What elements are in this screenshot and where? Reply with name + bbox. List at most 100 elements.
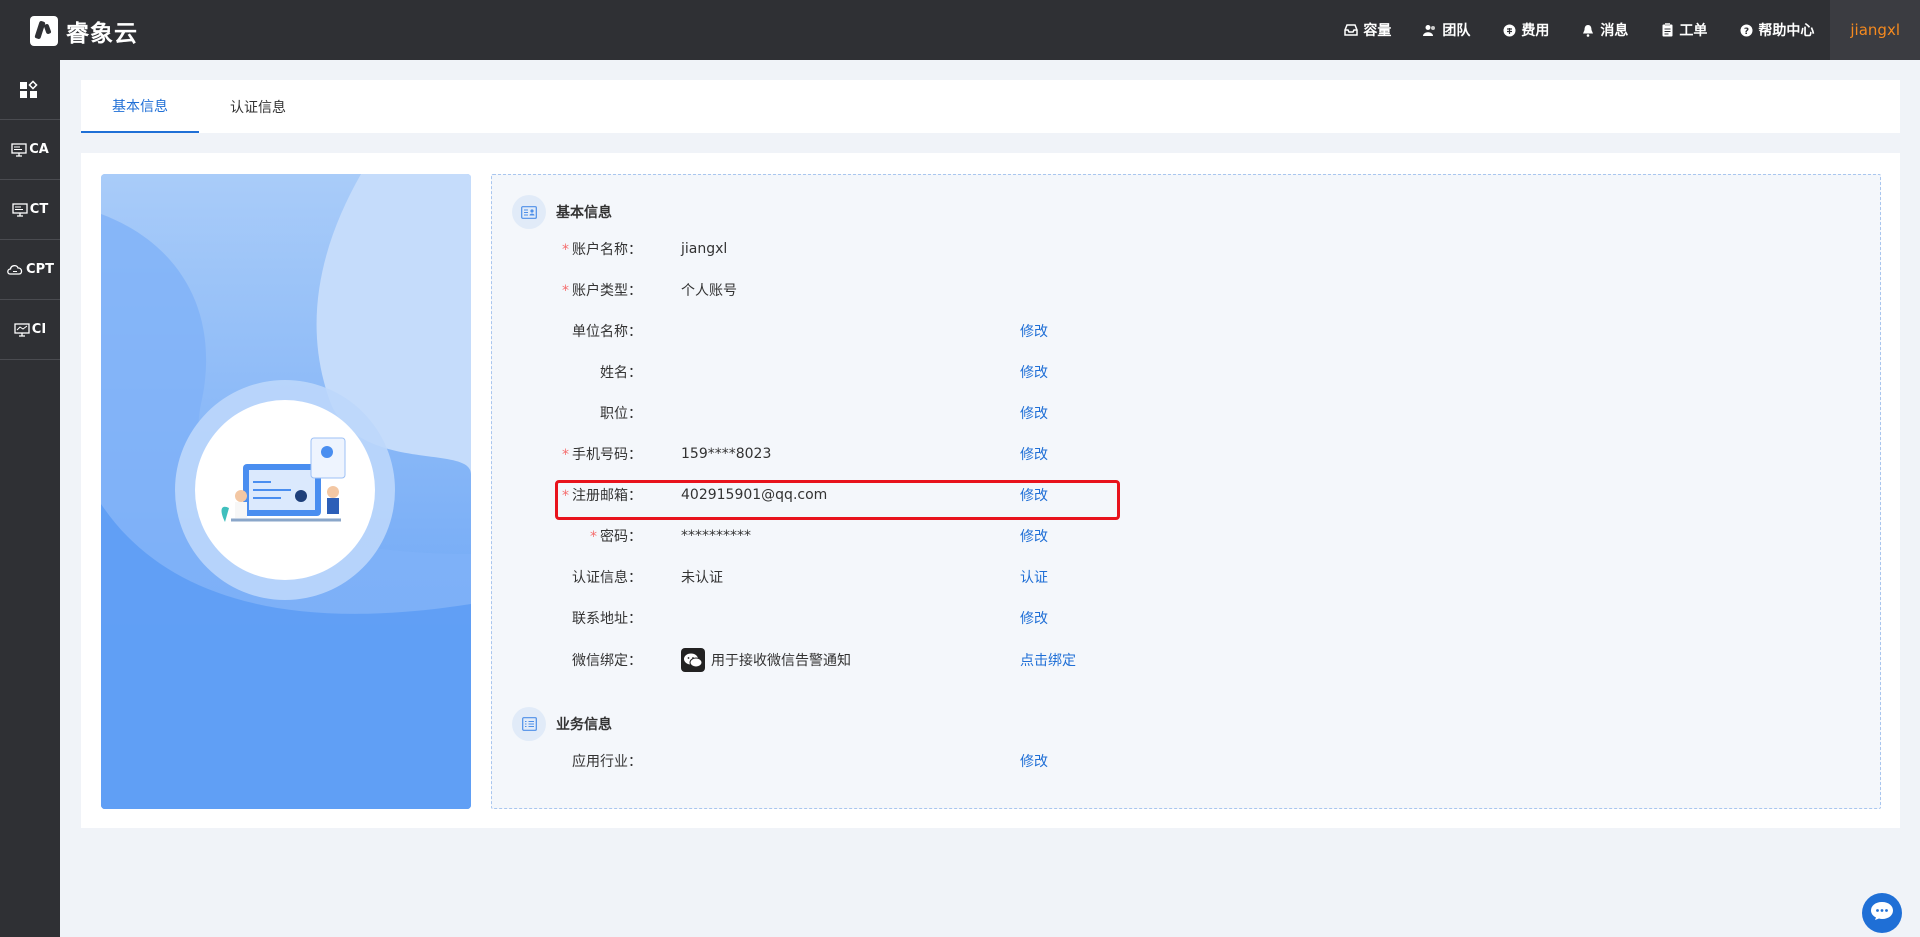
required-star: *: [590, 529, 597, 545]
field-label: 账户类型：: [572, 283, 642, 299]
field-email: * 注册邮箱： 402915901@qq.com 修改: [492, 483, 1492, 507]
list-card-icon: [512, 707, 546, 741]
nav-capacity-label: 容量: [1363, 23, 1392, 39]
brand-name: 睿象云: [66, 21, 138, 47]
decorative-illustration: [101, 174, 471, 809]
field-label: 微信绑定：: [572, 653, 642, 669]
top-navbar: 睿象云 容量 团队 费用 消息 工单 ? 帮助中心 jiangxl: [0, 0, 1920, 60]
field-label: 认证信息：: [572, 570, 642, 586]
nav-help-label: 帮助中心: [1758, 23, 1815, 39]
sidebar-item-ci[interactable]: CI: [0, 300, 60, 360]
monitor-icon: [12, 202, 28, 217]
bind-wechat-link[interactable]: 点击绑定: [1020, 650, 1076, 670]
field-label: 注册邮箱：: [572, 488, 642, 504]
wechat-value: 用于接收微信告警通知: [711, 653, 851, 669]
info-panel: 基本信息 * 账户名称： jiangxl * 账户类型： 个人账号 单位名称： 修改…: [491, 174, 1881, 809]
sidebar-item-ca-label: CA: [29, 142, 49, 157]
team-icon: [1423, 23, 1437, 37]
nav-tickets[interactable]: 工单: [1644, 0, 1723, 60]
currency-icon: [1502, 23, 1516, 37]
nav-billing[interactable]: 费用: [1486, 0, 1565, 60]
nav-messages[interactable]: 消息: [1565, 0, 1644, 60]
sidebar-item-ct-label: CT: [29, 202, 49, 217]
user-menu[interactable]: jiangxl: [1830, 0, 1920, 60]
sidebar-item-ci-label: CI: [31, 322, 47, 337]
top-nav-menu: 容量 团队 费用 消息 工单 ? 帮助中心 jiangxl: [1328, 0, 1920, 60]
account-name-value: jiangxl: [681, 241, 728, 257]
nav-team[interactable]: 团队: [1407, 0, 1486, 60]
field-industry: 应用行业： 修改: [492, 749, 1492, 773]
edit-email-link[interactable]: 修改: [1020, 485, 1048, 505]
help-icon: ?: [1739, 23, 1753, 37]
sidebar-item-ct[interactable]: CT: [0, 180, 60, 240]
phone-value: 159****8023: [681, 446, 772, 462]
monitor-icon: [11, 142, 27, 157]
dashboard-icon: [19, 79, 39, 100]
left-sidebar: CA CT CPT CI: [0, 60, 60, 937]
account-type-value: 个人账号: [681, 283, 737, 299]
field-label: 单位名称：: [572, 324, 642, 340]
edit-company-link[interactable]: 修改: [1020, 321, 1048, 341]
sidebar-item-cpt-label: CPT: [26, 262, 54, 277]
email-value: 402915901@qq.com: [681, 487, 828, 503]
field-label: 职位：: [600, 406, 642, 422]
certification-value: 未认证: [681, 570, 723, 586]
field-label: 姓名：: [600, 365, 642, 381]
certify-link[interactable]: 认证: [1020, 567, 1048, 587]
sidebar-item-cpt[interactable]: CPT: [0, 240, 60, 300]
nav-messages-label: 消息: [1600, 23, 1629, 39]
clipboard-icon: [1660, 23, 1674, 37]
field-label: 手机号码：: [572, 447, 642, 463]
nav-billing-label: 费用: [1521, 23, 1550, 39]
field-address: 联系地址： 修改: [492, 606, 1492, 630]
field-account-type: * 账户类型： 个人账号: [492, 278, 1492, 302]
sidebar-item-ca[interactable]: CA: [0, 120, 60, 180]
id-card-icon: [512, 195, 546, 229]
business-info-title: 业务信息: [556, 717, 612, 733]
chat-support-button[interactable]: [1862, 893, 1902, 933]
edit-address-link[interactable]: 修改: [1020, 608, 1048, 628]
logo[interactable]: 睿象云: [30, 14, 138, 48]
password-value: **********: [681, 528, 751, 544]
inbox-icon: [1344, 23, 1359, 37]
field-phone: * 手机号码： 159****8023 修改: [492, 442, 1492, 466]
business-info-section-header: 业务信息: [512, 707, 612, 741]
nav-help-center[interactable]: ? 帮助中心: [1723, 0, 1830, 60]
monitor-icon: [14, 322, 30, 337]
edit-phone-link[interactable]: 修改: [1020, 444, 1048, 464]
field-password: * 密码： ********** 修改: [492, 524, 1492, 548]
account-tabs: 基本信息 认证信息: [81, 80, 1900, 133]
tab-basic-info[interactable]: 基本信息: [81, 80, 199, 133]
bell-icon: [1581, 23, 1595, 37]
edit-industry-link[interactable]: 修改: [1020, 751, 1048, 771]
field-label: 账户名称：: [572, 242, 642, 258]
field-label: 应用行业：: [572, 754, 642, 770]
field-name: 姓名： 修改: [492, 360, 1492, 384]
field-certification: 认证信息： 未认证 认证: [492, 565, 1492, 589]
account-info-card: 基本信息 * 账户名称： jiangxl * 账户类型： 个人账号 单位名称： 修改…: [81, 153, 1900, 828]
field-wechat: 微信绑定： 用于接收微信告警通知 点击绑定: [492, 648, 1492, 672]
field-label: 联系地址：: [572, 611, 642, 627]
basic-info-title: 基本信息: [556, 205, 612, 221]
required-star: *: [562, 242, 569, 258]
basic-info-section-header: 基本信息: [512, 195, 612, 229]
required-star: *: [562, 488, 569, 504]
wechat-icon: [681, 648, 705, 672]
field-account-name: * 账户名称： jiangxl: [492, 237, 1492, 261]
edit-password-link[interactable]: 修改: [1020, 526, 1048, 546]
nav-tickets-label: 工单: [1679, 23, 1708, 39]
cloud-icon: [6, 263, 24, 277]
chat-icon: [1870, 901, 1894, 925]
nav-capacity[interactable]: 容量: [1328, 0, 1407, 60]
nav-team-label: 团队: [1442, 23, 1471, 39]
required-star: *: [562, 447, 569, 463]
edit-position-link[interactable]: 修改: [1020, 403, 1048, 423]
field-label: 密码：: [600, 529, 642, 545]
field-company-name: 单位名称： 修改: [492, 319, 1492, 343]
required-star: *: [562, 283, 569, 299]
edit-name-link[interactable]: 修改: [1020, 362, 1048, 382]
sidebar-item-dashboard[interactable]: [0, 60, 60, 120]
tab-certification-info[interactable]: 认证信息: [199, 80, 317, 133]
svg-text:?: ?: [1744, 27, 1749, 37]
field-position: 职位： 修改: [492, 401, 1492, 425]
